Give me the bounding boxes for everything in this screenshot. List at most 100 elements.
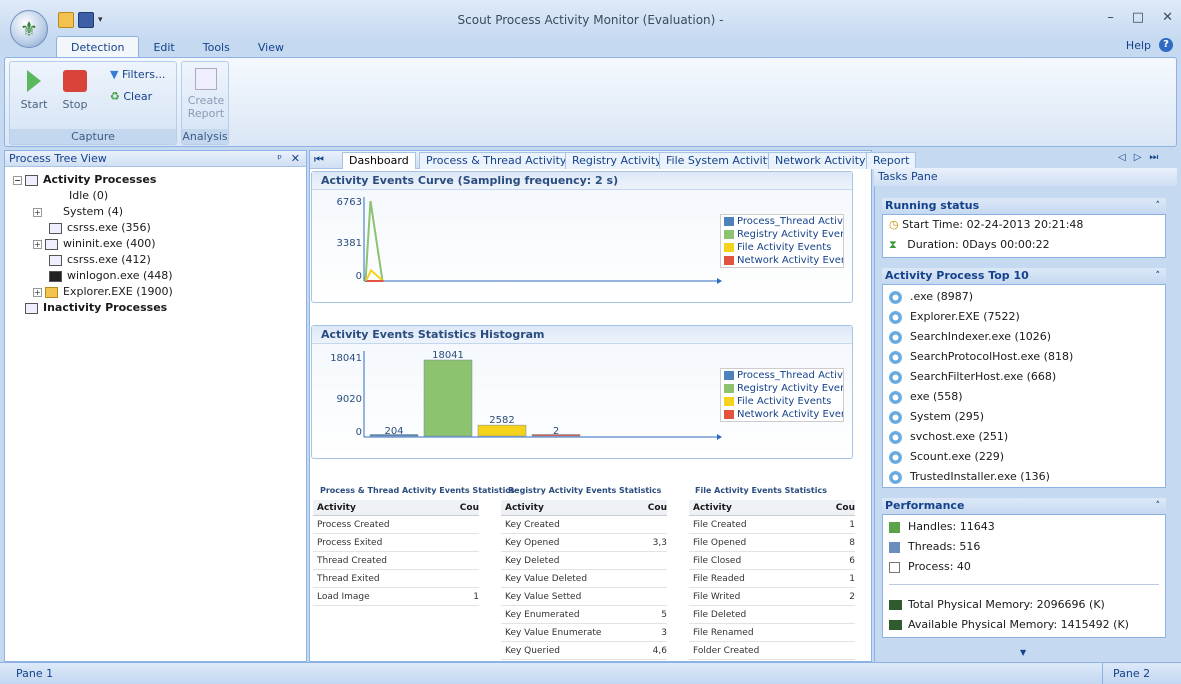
table-row[interactable]: Thread Created bbox=[313, 552, 479, 570]
app-menu-button[interactable]: ⚜ bbox=[10, 10, 48, 48]
threads-text: Threads: 516 bbox=[908, 540, 981, 553]
process-gear-icon bbox=[889, 350, 902, 364]
list-item[interactable]: exe (558) bbox=[883, 387, 1165, 407]
tab-dashboard[interactable]: Dashboard bbox=[342, 152, 416, 169]
collapse-icon[interactable]: ˄ bbox=[1156, 198, 1161, 214]
window-controls: – □ ✕ bbox=[1107, 10, 1173, 25]
tab-registry[interactable]: Registry Activity bbox=[565, 152, 669, 169]
help-icon[interactable]: ? bbox=[1159, 38, 1173, 52]
top10-header[interactable]: Activity Process Top 10 ˄ bbox=[882, 268, 1166, 284]
table-row[interactable]: Key Value Setted bbox=[501, 588, 667, 606]
stats-activity-cell: File Opened bbox=[693, 538, 747, 548]
panel-close-icon[interactable]: ✕ bbox=[291, 151, 300, 167]
tree-node-idle[interactable]: Idle (0) bbox=[69, 188, 108, 203]
table-row[interactable]: Process Exited bbox=[313, 534, 479, 552]
filters-label: Filters... bbox=[121, 68, 166, 81]
list-item[interactable]: Scount.exe (229) bbox=[883, 447, 1165, 467]
table-row[interactable]: Key Opened 3,3 bbox=[501, 534, 667, 552]
list-item[interactable]: SearchFilterHost.exe (668) bbox=[883, 367, 1165, 387]
list-item[interactable]: Explorer.EXE (7522) bbox=[883, 307, 1165, 327]
table-row[interactable]: Key Deleted bbox=[501, 552, 667, 570]
table-row[interactable]: File Opened 8 bbox=[689, 534, 855, 552]
table-row[interactable]: Load Image 1 bbox=[313, 588, 479, 606]
table-row[interactable]: File Deleted bbox=[689, 606, 855, 624]
first-tab-icon[interactable]: ⏮ bbox=[314, 153, 324, 167]
table-row[interactable]: Thread Exited bbox=[313, 570, 479, 588]
table-row[interactable]: File Created 1 bbox=[689, 516, 855, 534]
tree-node-inactivity[interactable]: Inactivity Processes bbox=[25, 300, 167, 315]
table-row[interactable]: Key Value Deleted bbox=[501, 570, 667, 588]
play-icon bbox=[27, 70, 41, 92]
tab-network[interactable]: Network Activity bbox=[768, 152, 873, 169]
duration-row: ⧗ Duration: 0Days 00:00:22 bbox=[883, 235, 1165, 255]
ribbon-tabs: Detection Edit Tools View bbox=[56, 36, 298, 58]
stats-count-cell: 2 bbox=[849, 592, 855, 602]
clear-button[interactable]: ♻ Clear bbox=[110, 90, 176, 103]
tree-node-explorer[interactable]: + Explorer.EXE (1900) bbox=[33, 284, 173, 299]
tab-process-thread[interactable]: Process & Thread Activity bbox=[419, 152, 574, 169]
table-row[interactable]: Key Created bbox=[501, 516, 667, 534]
table-row[interactable]: Key Queried 4,6 bbox=[501, 642, 667, 660]
table-row[interactable]: File Renamed bbox=[689, 624, 855, 642]
close-icon[interactable]: ✕ bbox=[1162, 10, 1173, 25]
handles-icon bbox=[889, 521, 900, 533]
collapse-icon[interactable]: ˄ bbox=[1156, 498, 1161, 514]
stats-col-activity: Activity bbox=[317, 503, 356, 513]
list-item[interactable]: SearchProtocolHost.exe (818) bbox=[883, 347, 1165, 367]
start-button[interactable]: Start bbox=[18, 68, 50, 111]
tab-nav-arrows[interactable]: ◁▷⏭ bbox=[1118, 152, 1166, 163]
collapse-icon[interactable]: ˄ bbox=[1156, 268, 1161, 284]
report-icon bbox=[195, 68, 217, 90]
process-gear-icon bbox=[889, 430, 902, 444]
filters-button[interactable]: ▼ Filters... bbox=[110, 68, 176, 81]
list-item[interactable]: TrustedInstaller.exe (136) bbox=[883, 467, 1165, 487]
tasks-scroll-down-icon[interactable]: ▼ bbox=[1020, 648, 1026, 657]
table-row[interactable]: Key Value Enumerate 3 bbox=[501, 624, 667, 642]
tab-report[interactable]: Report bbox=[866, 152, 917, 169]
curve-ytick: 6763 bbox=[337, 197, 362, 208]
list-item[interactable]: .exe (8987) bbox=[883, 287, 1165, 307]
document-tabs: ⏮ Dashboard Process & Thread Activity Re… bbox=[310, 151, 917, 169]
table-row[interactable]: File Readed 1 bbox=[689, 570, 855, 588]
stats-activity-cell: File Created bbox=[693, 520, 747, 530]
top-process-label: SearchProtocolHost.exe (818) bbox=[910, 350, 1074, 363]
performance-section: Handles: 11643 Threads: 516 Process: 40 … bbox=[882, 514, 1166, 638]
tree-node-csrss-412[interactable]: csrss.exe (412) bbox=[49, 252, 151, 267]
tab-detection[interactable]: Detection bbox=[56, 36, 140, 58]
duration-icon: ⧗ bbox=[889, 238, 897, 251]
tree-node-wininit[interactable]: + wininit.exe (400) bbox=[33, 236, 156, 251]
tab-file-system[interactable]: File System Activity bbox=[659, 152, 781, 169]
running-status-section: ◷ Start Time: 02-24-2013 20:21:48 ⧗ Dura… bbox=[882, 214, 1166, 258]
pin-icon[interactable]: ᵖ bbox=[277, 151, 282, 167]
legend-registry: Registry Activity Ever bbox=[721, 382, 843, 395]
tab-tools[interactable]: Tools bbox=[189, 38, 244, 58]
tab-edit[interactable]: Edit bbox=[139, 38, 188, 58]
table-row[interactable]: File Closed 6 bbox=[689, 552, 855, 570]
process-group-icon bbox=[25, 302, 38, 314]
top-process-label: SearchFilterHost.exe (668) bbox=[910, 370, 1057, 383]
performance-header[interactable]: Performance ˄ bbox=[882, 498, 1166, 514]
maximize-icon[interactable]: □ bbox=[1132, 10, 1144, 25]
list-item[interactable]: System (295) bbox=[883, 407, 1165, 427]
table-row[interactable]: Key Enumerated 5 bbox=[501, 606, 667, 624]
top-process-label: SearchIndexer.exe (1026) bbox=[910, 330, 1052, 343]
duration-text: Duration: 0Days 00:00:22 bbox=[907, 238, 1050, 251]
table-row[interactable]: Folder Created bbox=[689, 642, 855, 660]
table-row[interactable]: Process Created bbox=[313, 516, 479, 534]
status-pane-1: Pane 1 bbox=[16, 667, 54, 680]
tab-view[interactable]: View bbox=[244, 38, 298, 58]
hist-data-label: 204 bbox=[384, 426, 403, 437]
tree-node-system[interactable]: + System (4) bbox=[33, 204, 123, 219]
list-item[interactable]: SearchIndexer.exe (1026) bbox=[883, 327, 1165, 347]
tree-node-activity[interactable]: − Activity Processes bbox=[13, 172, 156, 187]
minimize-icon[interactable]: – bbox=[1107, 10, 1114, 25]
stop-button[interactable]: Stop bbox=[56, 68, 94, 111]
help-menu[interactable]: Help bbox=[1126, 39, 1151, 52]
tree-node-winlogon[interactable]: winlogon.exe (448) bbox=[49, 268, 173, 283]
tasks-pane-header: Tasks Pane bbox=[874, 168, 1177, 186]
tree-node-csrss-356[interactable]: csrss.exe (356) bbox=[49, 220, 151, 235]
create-report-button[interactable]: Create Report bbox=[184, 68, 228, 120]
list-item[interactable]: svchost.exe (251) bbox=[883, 427, 1165, 447]
running-status-header[interactable]: Running status ˄ bbox=[882, 198, 1166, 214]
table-row[interactable]: File Writed 2 bbox=[689, 588, 855, 606]
